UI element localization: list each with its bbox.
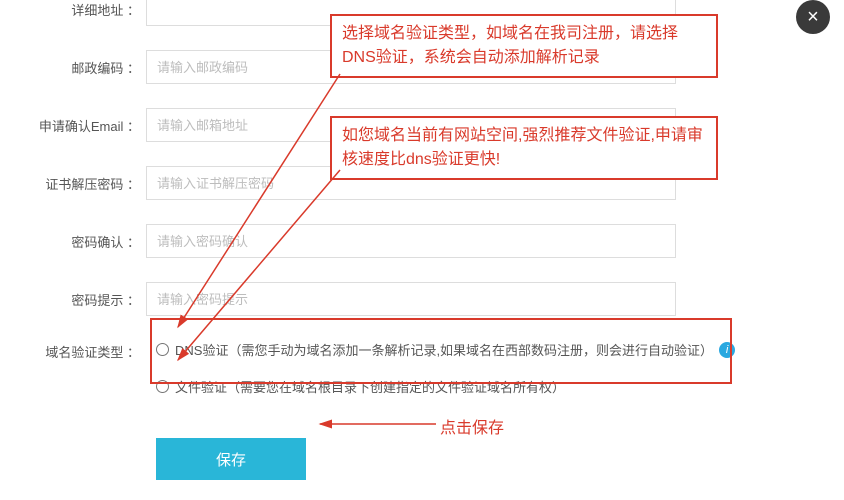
verify-options: DNS验证（需您手动为域名添加一条解析记录,如果域名在西部数码注册，则会进行自动… (146, 340, 735, 414)
file-verify-label: 文件验证（需要您在域名根目录下创建指定的文件验证域名所有权） (175, 377, 565, 396)
dns-verify-radio[interactable] (156, 343, 169, 356)
label-email: 申请确认Email ： (0, 116, 146, 135)
annotation-save: 点击保存 (440, 414, 504, 438)
label-verify-type: 域名验证类型 ： (0, 340, 146, 361)
row-pwd-hint: 密码提示 ： (0, 282, 844, 316)
annotation-verify-type: 选择域名验证类型，如域名在我司注册，请选择DNS验证，系统会自动添加解析记录 (330, 14, 718, 78)
annotation-file-faster: 如您域名当前有网站空间,强烈推荐文件验证,申请审核速度比dns验证更快! (330, 116, 718, 180)
dns-verify-label: DNS验证（需您手动为域名添加一条解析记录,如果域名在西部数码注册，则会进行自动… (175, 340, 713, 359)
row-verify-type: 域名验证类型 ： DNS验证（需您手动为域名添加一条解析记录,如果域名在西部数码… (0, 340, 844, 414)
row-pwd-confirm: 密码确认 ： (0, 224, 844, 258)
file-verify-radio[interactable] (156, 380, 169, 393)
close-glyph: × (807, 6, 819, 29)
label-pwd-confirm: 密码确认 ： (0, 232, 146, 251)
label-detail-addr: 详细地址 ： (0, 0, 146, 19)
close-icon[interactable]: × (796, 0, 830, 34)
dns-verify-option[interactable]: DNS验证（需您手动为域名添加一条解析记录,如果域名在西部数码注册，则会进行自动… (156, 340, 735, 359)
pwd-confirm-input[interactable] (146, 224, 676, 258)
label-pwd-hint: 密码提示 ： (0, 290, 146, 309)
label-unzip-pwd: 证书解压密码 ： (0, 174, 146, 193)
label-postal: 邮政编码 ： (0, 58, 146, 77)
save-button[interactable]: 保存 (156, 438, 306, 480)
file-verify-option[interactable]: 文件验证（需要您在域名根目录下创建指定的文件验证域名所有权） (156, 377, 735, 396)
info-icon[interactable]: i (719, 342, 735, 358)
pwd-hint-input[interactable] (146, 282, 676, 316)
